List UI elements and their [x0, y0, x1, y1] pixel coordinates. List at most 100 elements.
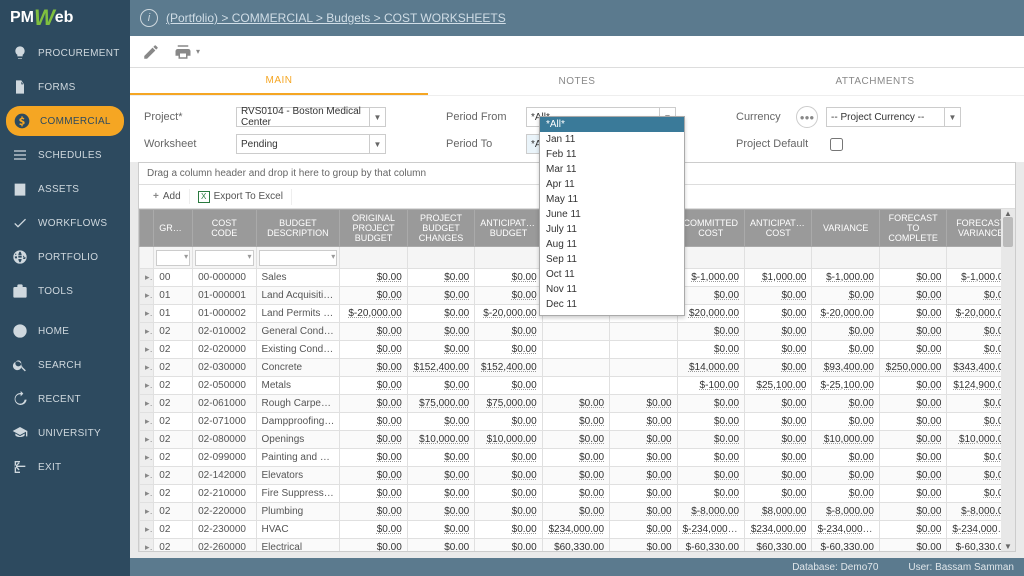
row-handle[interactable]: ▸ — [140, 449, 154, 467]
cell: Sales — [256, 269, 340, 287]
table-row[interactable]: ▸0202-142000Elevators$0.00$0.00$0.00$0.0… — [140, 467, 1015, 485]
table-row[interactable]: ▸0202-071000Dampproofing and Waterproofi… — [140, 413, 1015, 431]
sidebar-item-commercial[interactable]: COMMERCIAL — [6, 106, 124, 136]
cell: $0.00 — [812, 287, 879, 305]
sidebar-item-portfolio[interactable]: PORTFOLIO — [0, 240, 130, 274]
row-handle[interactable]: ▸ — [140, 359, 154, 377]
row-handle[interactable]: ▸ — [140, 539, 154, 552]
cell: $0.00 — [879, 467, 946, 485]
table-row[interactable]: ▸0202-260000Electrical$0.00$0.00$0.00$60… — [140, 539, 1015, 552]
row-handle[interactable]: ▸ — [140, 269, 154, 287]
column-header[interactable]: GROUP1 — [154, 210, 193, 247]
scrollbar[interactable]: ▲▼ — [1001, 209, 1015, 551]
project-default-checkbox[interactable] — [830, 138, 843, 151]
row-handle[interactable]: ▸ — [140, 377, 154, 395]
print-icon[interactable] — [174, 43, 192, 61]
sidebar-item-schedules[interactable]: SCHEDULES — [0, 138, 130, 172]
filter-input[interactable] — [259, 250, 338, 266]
dropdown-option[interactable]: Sep 11 — [540, 252, 684, 267]
sidebar-item-forms[interactable]: FORMS — [0, 70, 130, 104]
table-row[interactable]: ▸0202-230000HVAC$0.00$0.00$0.00$234,000.… — [140, 521, 1015, 539]
dropdown-option[interactable]: July 11 — [540, 222, 684, 237]
dropdown-option[interactable]: Nov 11 — [540, 282, 684, 297]
cell: $0.00 — [610, 467, 677, 485]
sidebar-item-university[interactable]: UNIVERSITY — [0, 416, 130, 450]
column-header[interactable]: BUDGETDESCRIPTION — [256, 210, 340, 247]
column-header[interactable]: FORECASTTOCOMPLETE — [879, 210, 946, 247]
cell: $234,000.00 — [745, 521, 812, 539]
filter-input[interactable] — [195, 250, 253, 266]
add-button[interactable]: +Add — [145, 189, 190, 204]
row-handle[interactable]: ▸ — [140, 323, 154, 341]
sidebar-item-search[interactable]: SEARCH — [0, 348, 130, 382]
table-row[interactable]: ▸0202-010002General Conditions$0.00$0.00… — [140, 323, 1015, 341]
row-handle[interactable]: ▸ — [140, 503, 154, 521]
filter-icon[interactable]: ▾ — [247, 252, 251, 261]
dropdown-option[interactable]: Dec 11 — [540, 297, 684, 312]
sidebar-item-procurement[interactable]: PROCUREMENT — [0, 36, 130, 70]
table-row[interactable]: ▸0202-099000Painting and Coating$0.00$0.… — [140, 449, 1015, 467]
table-row[interactable]: ▸0202-030000Concrete$0.00$152,400.00$152… — [140, 359, 1015, 377]
sidebar-item-recent[interactable]: RECENT — [0, 382, 130, 416]
dropdown-option[interactable]: Feb 11 — [540, 147, 684, 162]
dropdown-option[interactable]: May 11 — [540, 192, 684, 207]
sidebar-item-tools[interactable]: TOOLS — [0, 274, 130, 308]
column-header[interactable]: ANTICIPATEDCOST — [745, 210, 812, 247]
tab-attachments[interactable]: ATTACHMENTS — [726, 68, 1024, 95]
filter-icon[interactable]: ▾ — [184, 252, 188, 261]
currency-button[interactable]: ●●● — [796, 106, 818, 128]
worksheet-select[interactable]: Pending▼ — [236, 134, 386, 154]
tab-main[interactable]: MAIN — [130, 68, 428, 95]
row-handle[interactable]: ▸ — [140, 305, 154, 323]
filter-icon[interactable]: ▾ — [331, 252, 335, 261]
dropdown-option[interactable]: Jan 11 — [540, 132, 684, 147]
export-excel-button[interactable]: XExport To Excel — [190, 189, 292, 205]
project-select[interactable]: RVS0104 - Boston Medical Center▼ — [236, 107, 386, 127]
column-header[interactable]: ORIGINALPROJECTBUDGET — [340, 210, 407, 247]
briefcase-icon — [12, 283, 28, 299]
dropdown-option[interactable]: Aug 11 — [540, 237, 684, 252]
table-row[interactable]: ▸0202-020000Existing Conditions$0.00$0.0… — [140, 341, 1015, 359]
sidebar-item-workflows[interactable]: WORKFLOWS — [0, 206, 130, 240]
tab-notes[interactable]: NOTES — [428, 68, 726, 95]
dropdown-option[interactable]: Mar 11 — [540, 162, 684, 177]
table-row[interactable]: ▸0202-080000Openings$0.00$10,000.00$10,0… — [140, 431, 1015, 449]
column-header[interactable]: COMMITTEDCOST — [677, 210, 744, 247]
column-header[interactable]: COSTCODE — [193, 210, 256, 247]
row-handle[interactable]: ▸ — [140, 521, 154, 539]
row-handle[interactable]: ▸ — [140, 485, 154, 503]
edit-icon[interactable] — [142, 43, 160, 61]
sidebar-item-assets[interactable]: ASSETS — [0, 172, 130, 206]
cell: $0.00 — [407, 467, 474, 485]
sidebar-item-exit[interactable]: EXIT — [0, 450, 130, 484]
info-icon[interactable]: i — [140, 9, 158, 27]
row-handle[interactable]: ▸ — [140, 413, 154, 431]
dropdown-option[interactable]: June 11 — [540, 207, 684, 222]
row-handle[interactable]: ▸ — [140, 395, 154, 413]
table-row[interactable]: ▸0202-210000Fire Suppression$0.00$0.00$0… — [140, 485, 1015, 503]
row-handle[interactable]: ▸ — [140, 467, 154, 485]
table-row[interactable]: ▸0202-050000Metals$0.00$0.00$0.00$-100.0… — [140, 377, 1015, 395]
row-handle[interactable]: ▸ — [140, 287, 154, 305]
dropdown-option[interactable]: Jan 12 — [540, 312, 684, 316]
table-row[interactable]: ▸0202-220000Plumbing$0.00$0.00$0.00$0.00… — [140, 503, 1015, 521]
dropdown-option[interactable]: *All* — [540, 117, 684, 132]
breadcrumb[interactable]: (Portfolio) > COMMERCIAL > Budgets > COS… — [166, 11, 506, 25]
cell — [542, 359, 609, 377]
column-header[interactable] — [140, 210, 154, 247]
dropdown-option[interactable]: Oct 11 — [540, 267, 684, 282]
column-header[interactable]: ANTICIPATEDBUDGET — [475, 210, 542, 247]
table-row[interactable]: ▸0202-061000Rough Carpentry$0.00$75,000.… — [140, 395, 1015, 413]
column-header[interactable]: PROJECTBUDGETCHANGES — [407, 210, 474, 247]
dropdown-option[interactable]: Apr 11 — [540, 177, 684, 192]
cell: $250,000.00 — [879, 359, 946, 377]
row-handle[interactable]: ▸ — [140, 431, 154, 449]
currency-select[interactable]: -- Project Currency --▼ — [826, 107, 961, 127]
period-to-dropdown[interactable]: *All*Jan 11Feb 11Mar 11Apr 11May 11June … — [539, 116, 685, 316]
sidebar-item-home[interactable]: HOME — [0, 314, 130, 348]
cell: $0.00 — [879, 395, 946, 413]
row-handle[interactable]: ▸ — [140, 341, 154, 359]
project-label: Project* — [144, 111, 236, 123]
cell: $0.00 — [542, 449, 609, 467]
column-header[interactable]: VARIANCE — [812, 210, 879, 247]
